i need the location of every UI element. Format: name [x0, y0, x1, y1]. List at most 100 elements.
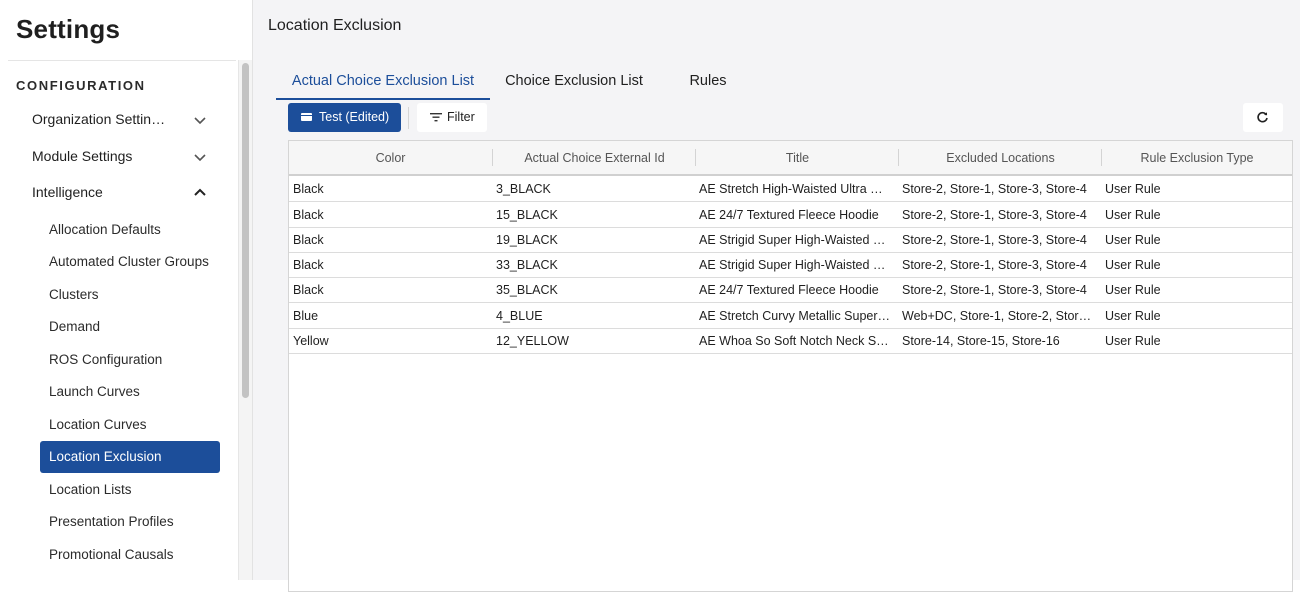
- cell-color: Black: [293, 182, 324, 196]
- refresh-icon: [1257, 111, 1268, 123]
- filter-button[interactable]: Filter: [417, 103, 487, 132]
- cell-external-id: 12_YELLOW: [496, 334, 569, 348]
- sidebar-item-label: Launch Curves: [49, 384, 140, 399]
- tab-label: Rules: [689, 73, 727, 89]
- column-header-color[interactable]: Color: [289, 141, 492, 174]
- cell-title: AE Whoa So Soft Notch Neck S…: [699, 334, 889, 348]
- column-header-rule-exclusion-type[interactable]: Rule Exclusion Type: [1102, 141, 1292, 174]
- chevron-down-icon: [194, 154, 206, 162]
- cell-external-id: 15_BLACK: [496, 208, 558, 222]
- nav-group-label: Module Settings: [32, 148, 133, 164]
- sidebar-item-label: Automated Cluster Groups: [49, 254, 209, 269]
- cell-excluded-locations: Web+DC, Store-1, Store-2, Stor…: [902, 309, 1092, 323]
- table-row[interactable]: Black 33_BLACK AE Strigid Super High-Wai…: [289, 252, 1292, 278]
- cell-rule-exclusion-type: User Rule: [1105, 208, 1161, 222]
- view-selector-button[interactable]: Test (Edited): [288, 103, 401, 132]
- sidebar-item-presentation-profiles[interactable]: Presentation Profiles: [40, 506, 220, 538]
- cell-color: Yellow: [293, 334, 329, 348]
- cell-color: Black: [293, 208, 324, 222]
- sidebar-item-label: Demand: [49, 319, 101, 334]
- sidebar-item-clusters[interactable]: Clusters: [40, 279, 220, 311]
- tab-bar: Actual Choice Exclusion List Choice Excl…: [276, 60, 1036, 100]
- cell-color: Blue: [293, 309, 319, 323]
- cell-title: AE 24/7 Textured Fleece Hoodie: [699, 208, 879, 222]
- cell-external-id: 4_BLUE: [496, 309, 543, 323]
- cell-excluded-locations: Store-2, Store-1, Store-3, Store-4: [902, 283, 1087, 297]
- sidebar-item-allocation-defaults[interactable]: Allocation Defaults: [40, 214, 220, 246]
- cell-excluded-locations: Store-2, Store-1, Store-3, Store-4: [902, 233, 1087, 247]
- sidebar-item-location-curves[interactable]: Location Curves: [40, 409, 220, 441]
- cell-title: AE 24/7 Textured Fleece Hoodie: [699, 283, 879, 297]
- column-header-excluded-locations[interactable]: Excluded Locations: [899, 141, 1102, 174]
- sidebar-item-location-lists[interactable]: Location Lists: [40, 474, 220, 506]
- cell-external-id: 19_BLACK: [496, 233, 558, 247]
- cell-title: AE Strigid Super High-Waisted …: [699, 258, 886, 272]
- main-content: Location Exclusion Actual Choice Exclusi…: [253, 0, 1300, 592]
- table-row[interactable]: Black 35_BLACK AE 24/7 Textured Fleece H…: [289, 277, 1292, 303]
- sidebar-item-promotional-causals[interactable]: Promotional Causals: [40, 539, 220, 571]
- tab-choice-exclusion-list[interactable]: Choice Exclusion List: [494, 60, 654, 98]
- cell-external-id: 33_BLACK: [496, 258, 558, 272]
- cell-excluded-locations: Store-2, Store-1, Store-3, Store-4: [902, 258, 1087, 272]
- cell-rule-exclusion-type: User Rule: [1105, 182, 1161, 196]
- cell-rule-exclusion-type: User Rule: [1105, 233, 1161, 247]
- sidebar-item-launch-curves[interactable]: Launch Curves: [40, 376, 220, 408]
- cell-color: Black: [293, 258, 324, 272]
- filter-label: Filter: [447, 110, 475, 124]
- nav-group-label: Intelligence: [32, 184, 103, 200]
- settings-title: Settings: [16, 14, 121, 44]
- exclusion-table: Color Actual Choice External Id Title Ex…: [288, 140, 1293, 592]
- section-header-configuration: CONFIGURATION: [16, 78, 146, 93]
- cell-color: Black: [293, 233, 324, 247]
- tab-label: Actual Choice Exclusion List: [291, 73, 475, 89]
- sidebar-item-label: Allocation Defaults: [49, 222, 161, 237]
- cell-color: Black: [293, 283, 324, 297]
- sidebar-scrollbar-thumb[interactable]: [242, 63, 249, 398]
- sidebar-item-ros-configuration[interactable]: ROS Configuration: [40, 344, 220, 376]
- cell-excluded-locations: Store-2, Store-1, Store-3, Store-4: [902, 208, 1087, 222]
- tab-actual-choice-exclusion-list[interactable]: Actual Choice Exclusion List: [276, 60, 490, 100]
- table-row[interactable]: Yellow 12_YELLOW AE Whoa So Soft Notch N…: [289, 328, 1292, 354]
- sidebar-item-demand[interactable]: Demand: [40, 311, 220, 343]
- sidebar-item-label: Presentation Profiles: [49, 514, 174, 529]
- sidebar-item-label: Location Curves: [49, 417, 147, 432]
- sidebar-item-label: Location Exclusion: [49, 449, 162, 464]
- column-header-external-id[interactable]: Actual Choice External Id: [493, 141, 696, 174]
- refresh-button[interactable]: [1243, 103, 1283, 132]
- cell-title: AE Stretch Curvy Metallic Super…: [699, 309, 891, 323]
- nav-group-intelligence[interactable]: Intelligence: [0, 177, 236, 209]
- sidebar-item-location-exclusion[interactable]: Location Exclusion: [40, 441, 220, 473]
- page-title: Location Exclusion: [268, 17, 402, 34]
- sidebar-item-automated-cluster-groups[interactable]: Automated Cluster Groups: [40, 246, 220, 278]
- cell-rule-exclusion-type: User Rule: [1105, 283, 1161, 297]
- cell-external-id: 3_BLACK: [496, 182, 551, 196]
- nav-group-organization-settings[interactable]: Organization Settin…: [0, 104, 236, 136]
- table-header: Color Actual Choice External Id Title Ex…: [289, 141, 1292, 176]
- view-icon: [301, 113, 312, 121]
- cell-external-id: 35_BLACK: [496, 283, 558, 297]
- sidebar-item-label: Location Lists: [49, 482, 132, 497]
- chevron-up-icon: [194, 188, 206, 196]
- cell-title: AE Stretch High-Waisted Ultra …: [699, 182, 883, 196]
- table-row[interactable]: Black 19_BLACK AE Strigid Super High-Wai…: [289, 227, 1292, 253]
- nav-group-label: Organization Settin…: [32, 111, 166, 127]
- tab-label: Choice Exclusion List: [505, 73, 643, 89]
- table-row[interactable]: Black 15_BLACK AE 24/7 Textured Fleece H…: [289, 202, 1292, 228]
- table-row[interactable]: Black 3_BLACK AE Stretch High-Waisted Ul…: [289, 176, 1292, 202]
- sidebar-scrollbar[interactable]: [238, 60, 252, 580]
- sidebar-item-label: Clusters: [49, 287, 99, 302]
- cell-excluded-locations: Store-2, Store-1, Store-3, Store-4: [902, 182, 1087, 196]
- toolbar-divider: [408, 107, 409, 129]
- tab-rules[interactable]: Rules: [666, 60, 750, 98]
- cell-rule-exclusion-type: User Rule: [1105, 334, 1161, 348]
- view-selector-label: Test (Edited): [319, 110, 390, 124]
- chevron-down-icon: [194, 117, 206, 125]
- table-row[interactable]: Blue 4_BLUE AE Stretch Curvy Metallic Su…: [289, 303, 1292, 329]
- column-header-title[interactable]: Title: [696, 141, 899, 174]
- sidebar: Settings CONFIGURATION Organization Sett…: [0, 0, 253, 580]
- cell-rule-exclusion-type: User Rule: [1105, 309, 1161, 323]
- cell-excluded-locations: Store-14, Store-15, Store-16: [902, 334, 1060, 348]
- sidebar-item-label: Promotional Causals: [49, 547, 174, 562]
- nav-group-module-settings[interactable]: Module Settings: [0, 141, 236, 173]
- sidebar-divider: [8, 60, 236, 61]
